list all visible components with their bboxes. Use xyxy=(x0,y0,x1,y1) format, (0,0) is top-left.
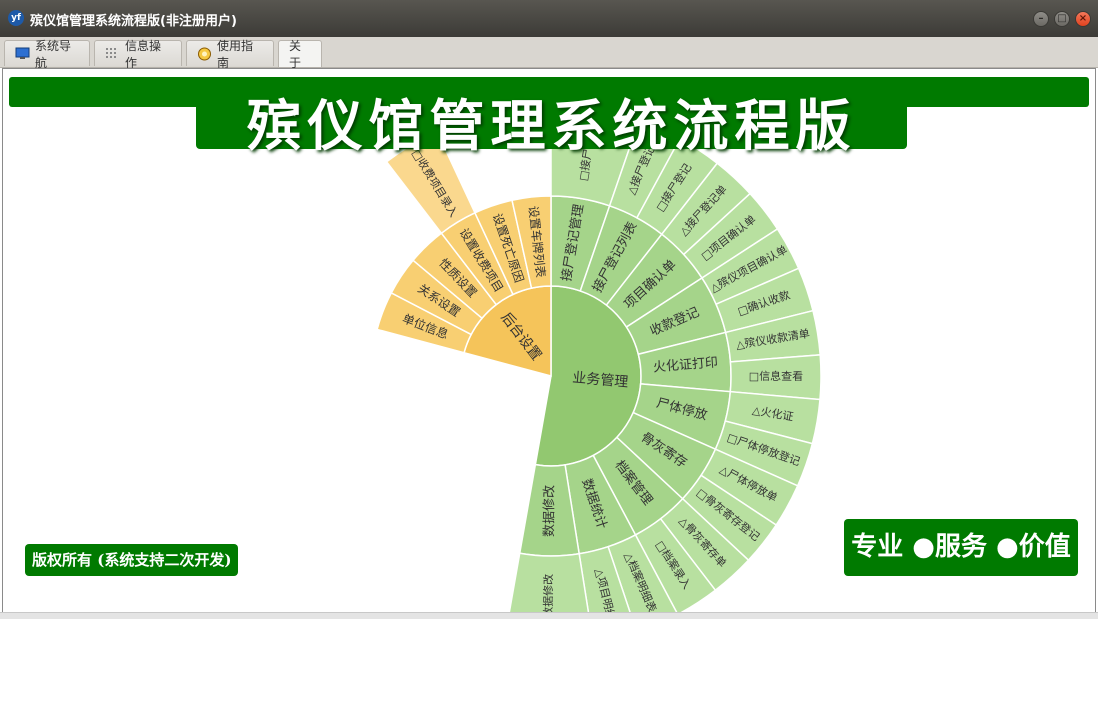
grid-icon xyxy=(105,47,120,60)
copyright-label: 版权所有 (系统支持二次开发) xyxy=(25,544,239,576)
tab-user-guide[interactable]: 使用指南 xyxy=(186,39,274,70)
title-bar: yf 殡仪馆管理系统流程版(非注册用户) – □ × xyxy=(0,0,1098,37)
minimize-button[interactable]: – xyxy=(1033,11,1049,27)
page-title: 殡仪馆管理系统流程版 xyxy=(246,94,857,158)
segment-label: □信息查看 xyxy=(749,369,803,383)
close-button[interactable]: × xyxy=(1075,11,1091,27)
tab-label: 信息操作 xyxy=(125,38,162,70)
maximize-button[interactable]: □ xyxy=(1054,11,1070,27)
help-icon xyxy=(197,47,212,61)
tab-label: 使用指南 xyxy=(217,38,254,70)
tab-bar: 系统导航 信息操作 使用指南 关于 xyxy=(0,37,1098,70)
segment-label: □数据修改 xyxy=(541,574,555,612)
tab-info-operation[interactable]: 信息操作 xyxy=(94,39,182,70)
monitor-icon xyxy=(15,47,30,60)
app-logo-icon: yf xyxy=(8,10,24,26)
tab-about[interactable]: 关于 xyxy=(278,39,322,70)
title-banner: 殡仪馆管理系统流程版 xyxy=(196,77,907,158)
tab-system-nav[interactable]: 系统导航 xyxy=(4,39,90,70)
window-title: 殡仪馆管理系统流程版(非注册用户) xyxy=(30,14,237,29)
tab-label: 关于 xyxy=(289,39,302,70)
tab-label: 系统导航 xyxy=(35,38,72,70)
slogan-badge: 专业 ●服务 ●价值 xyxy=(844,519,1078,576)
main-content: 业务管理 接尸登记管理 □接尸登记 接尸登记列表 △接尸登记 □接尸登记 项目确认单 △接尸登… xyxy=(2,68,1096,613)
segment-label: 数据修改 xyxy=(542,485,557,537)
status-strip xyxy=(0,612,1098,619)
sunburst-item[interactable]: □数据修改 xyxy=(504,552,593,612)
